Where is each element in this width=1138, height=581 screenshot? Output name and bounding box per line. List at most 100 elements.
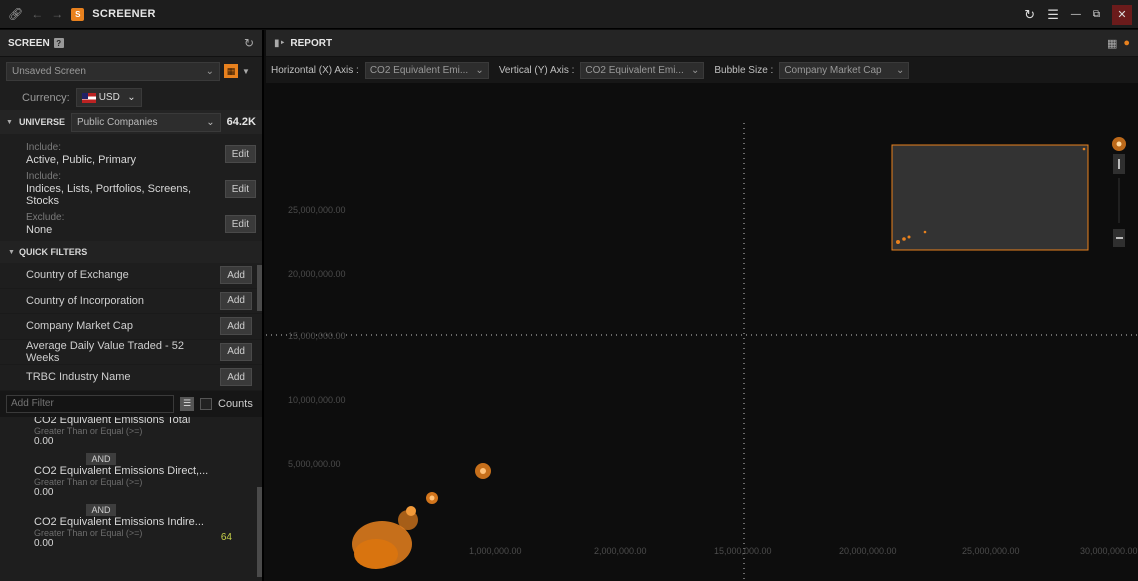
chart-overview-minimap[interactable] bbox=[891, 144, 1089, 251]
quick-filters-label: QUICK FILTERS bbox=[18, 247, 88, 257]
universe-label: UNIVERSE bbox=[18, 117, 65, 127]
quick-filter-label: Company Market Cap bbox=[26, 320, 133, 333]
bubble[interactable] bbox=[480, 468, 486, 474]
filter-value: 0.00 bbox=[34, 435, 54, 447]
collapse-triangle-icon[interactable]: ▼ bbox=[8, 249, 15, 256]
quick-filters-header: ▼ QUICK FILTERS bbox=[0, 241, 262, 263]
add-filter-button[interactable]: Add bbox=[220, 291, 252, 310]
minimap-bubble bbox=[907, 235, 911, 239]
currency-value: USD bbox=[98, 92, 120, 103]
screen-select-value: Unsaved Screen bbox=[12, 65, 86, 77]
back-arrow-icon[interactable]: ← bbox=[31, 7, 43, 21]
plus-icon bbox=[1118, 159, 1120, 169]
chevron-down-icon: ⌄ bbox=[206, 116, 215, 128]
table-view-icon[interactable]: ▦ bbox=[1107, 37, 1117, 50]
y-axis-select[interactable]: CO2 Equivalent Emi... ⌄ bbox=[580, 61, 705, 79]
quick-filter-item: Average Daily Value Traded - 52 Weeks Ad… bbox=[0, 339, 262, 365]
filters-scrollbar[interactable] bbox=[257, 486, 262, 577]
universe-value: Public Companies bbox=[76, 116, 158, 128]
add-filter-row: ☰ Counts bbox=[0, 390, 262, 417]
refresh-icon[interactable]: ↻ bbox=[244, 36, 254, 50]
minimize-icon[interactable]: — bbox=[1071, 9, 1081, 20]
quick-filters-scrollbar[interactable] bbox=[257, 265, 262, 311]
minus-icon bbox=[1116, 237, 1123, 239]
exclude-label: Exclude: bbox=[26, 212, 65, 223]
close-icon[interactable]: ✕ bbox=[1112, 4, 1132, 25]
refresh-icon[interactable]: ↻ bbox=[1024, 7, 1035, 23]
bubble-chart[interactable]: 25,000,000.00 20,000,000.00 15,000,000.0… bbox=[266, 93, 1138, 581]
include-criteria-1: Include: Active, Public, Primary Edit bbox=[0, 137, 262, 171]
minimap-bubble bbox=[896, 240, 900, 244]
filter-value: 0.00 bbox=[34, 486, 54, 498]
and-operator-button[interactable]: AND bbox=[86, 452, 116, 465]
edit-exclude-button[interactable]: Edit bbox=[224, 215, 256, 233]
screen-panel-header: SCREEN? ↻ bbox=[0, 30, 262, 57]
y-tick-label: 5,000,000.00 bbox=[288, 459, 341, 469]
bubble[interactable] bbox=[354, 539, 398, 569]
chart-svg bbox=[266, 123, 1138, 581]
x-tick-label: 15,000,000.00 bbox=[714, 546, 772, 556]
quick-filter-item: Country of Exchange Add bbox=[0, 263, 262, 289]
x-tick-label: 20,000,000.00 bbox=[839, 546, 897, 556]
quick-filter-item: TRBC Industry Name Add bbox=[0, 365, 262, 391]
restore-icon[interactable]: ⧉ bbox=[1093, 9, 1100, 20]
add-filter-button[interactable]: Add bbox=[220, 317, 252, 336]
collapse-triangle-icon[interactable]: ▼ bbox=[6, 119, 13, 126]
x-tick-label: 1,000,000.00 bbox=[469, 546, 522, 556]
x-axis-label: Horizontal (X) Axis : bbox=[271, 64, 359, 76]
filter-item[interactable]: CO2 Equivalent Emissions Direct,... Grea… bbox=[0, 465, 262, 498]
filter-count: 64 bbox=[220, 531, 232, 543]
dropdown-arrow-icon[interactable]: ▼ bbox=[242, 67, 250, 76]
forward-arrow-icon[interactable]: → bbox=[51, 7, 63, 21]
add-filter-input[interactable] bbox=[6, 394, 174, 413]
exclude-criteria: Exclude: None Edit bbox=[0, 207, 262, 241]
screen-select-row: Unsaved Screen ⌄ ▦ ▼ bbox=[0, 57, 262, 85]
quick-filter-label: Average Daily Value Traded - 52 Weeks bbox=[26, 339, 184, 364]
and-operator-button[interactable]: AND bbox=[86, 503, 116, 516]
add-filter-button[interactable]: Add bbox=[220, 266, 252, 285]
filter-title: CO2 Equivalent Emissions Direct,... bbox=[34, 464, 209, 477]
counts-checkbox[interactable] bbox=[200, 397, 212, 410]
zoom-slider[interactable] bbox=[1112, 137, 1126, 247]
bubble[interactable] bbox=[406, 506, 416, 516]
bubble-view-icon[interactable]: ● bbox=[1123, 37, 1130, 50]
currency-row: Currency: USD ⌄ bbox=[0, 85, 262, 110]
minimap-bubble bbox=[902, 237, 906, 241]
counts-label: Counts bbox=[218, 397, 253, 410]
universe-select[interactable]: Public Companies ⌄ bbox=[70, 112, 221, 132]
filter-item[interactable]: CO2 Equivalent Emissions Indire... Great… bbox=[0, 516, 262, 549]
chevron-down-icon: ⌄ bbox=[691, 64, 700, 76]
exclude-value: None bbox=[26, 224, 53, 236]
applied-filters: CO2 Equivalent Emissions Total Greater T… bbox=[0, 417, 262, 577]
currency-select[interactable]: USD ⌄ bbox=[75, 88, 142, 107]
screen-panel-title: SCREEN bbox=[8, 37, 50, 49]
link-icon[interactable]: 🔗︎ bbox=[8, 7, 23, 21]
screener-app-icon: S bbox=[71, 7, 85, 21]
screen-select[interactable]: Unsaved Screen ⌄ bbox=[6, 61, 220, 81]
quick-filter-item: Company Market Cap Add bbox=[0, 314, 262, 340]
add-filter-button[interactable]: Add bbox=[220, 368, 252, 387]
report-panel: ▮‣ REPORT ▦ ● Horizontal (X) Axis : CO2 … bbox=[266, 30, 1138, 581]
collapse-icon[interactable]: ▮‣ bbox=[274, 38, 285, 49]
x-axis-value: CO2 Equivalent Emi... bbox=[369, 64, 469, 76]
filter-item[interactable]: CO2 Equivalent Emissions Total Greater T… bbox=[0, 417, 262, 447]
edit-include-button[interactable]: Edit bbox=[224, 180, 256, 198]
zoom-handle-center bbox=[1116, 141, 1122, 147]
bubble-size-select[interactable]: Company Market Cap ⌄ bbox=[779, 61, 910, 79]
bubble[interactable] bbox=[429, 495, 435, 501]
edit-include-button[interactable]: Edit bbox=[224, 145, 256, 163]
filter-condition: Greater Than or Equal (>=) bbox=[34, 476, 143, 487]
chevron-down-icon: ⌄ bbox=[205, 65, 214, 77]
minimap-viewport[interactable] bbox=[891, 144, 1089, 251]
universe-count: 64.2K bbox=[226, 116, 256, 128]
add-filter-button[interactable]: Add bbox=[220, 342, 252, 361]
universe-row: ▼ UNIVERSE Public Companies ⌄ 64.2K bbox=[0, 110, 262, 134]
x-axis-select[interactable]: CO2 Equivalent Emi... ⌄ bbox=[364, 61, 489, 79]
app-title: SCREENER bbox=[92, 8, 156, 20]
list-icon[interactable]: ☰ bbox=[180, 396, 194, 411]
bubble-size-label: Bubble Size : bbox=[714, 64, 774, 76]
title-bar: 🔗︎ ← → S SCREENER ↻ ☰ — ⧉ ✕ bbox=[0, 0, 1138, 29]
help-icon[interactable]: ? bbox=[53, 38, 64, 48]
menu-icon[interactable]: ☰ bbox=[1047, 7, 1059, 23]
save-screen-icon[interactable]: ▦ bbox=[224, 64, 238, 78]
